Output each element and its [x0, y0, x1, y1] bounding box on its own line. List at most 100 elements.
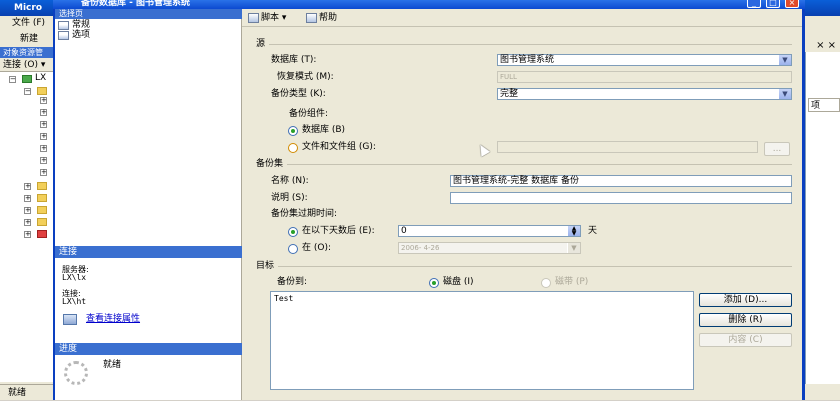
source-section-title: 源 [256, 38, 270, 50]
agent-icon [37, 230, 47, 238]
chevron-down-icon: ▼ [778, 89, 791, 99]
tree-expand-icon[interactable]: + [40, 109, 47, 116]
dialog-toolbar: 脚本 ▾ 帮助 [242, 9, 802, 27]
help-icon [306, 13, 317, 23]
object-explorer-tree[interactable]: − LX − + + + + + + + + + + + + [0, 72, 55, 382]
backup-component-label: 备份组件: [289, 109, 329, 119]
progress-status: 就绪 [103, 360, 122, 370]
section-divider [258, 266, 792, 267]
folder-icon [37, 87, 47, 95]
help-button[interactable]: 帮助 [306, 9, 337, 27]
progress-header: 进度 [55, 343, 242, 355]
page-options-label: 选项 [72, 30, 91, 40]
tree-root-label[interactable]: LX [35, 73, 46, 84]
backup-type-value: 完整 [500, 89, 519, 99]
server-value: LX\lx [62, 273, 87, 282]
tree-expand-icon[interactable]: + [40, 133, 47, 140]
database-select-value: 图书管理系统 [500, 55, 555, 65]
tree-expand-icon[interactable]: + [40, 97, 47, 104]
chevron-down-icon: ▼ [567, 243, 580, 253]
filegroup-field [497, 141, 758, 153]
name-label: 名称 (N): [271, 176, 309, 186]
tree-expand-icon[interactable]: + [40, 145, 47, 152]
list-item[interactable]: Test [274, 294, 690, 303]
tree-expand-icon[interactable]: + [40, 121, 47, 128]
description-label: 说明 (S): [271, 193, 308, 203]
disk-label: 磁盘 (I) [443, 277, 474, 287]
tree-expand-icon[interactable]: + [24, 195, 31, 202]
component-database-label: 数据库 (B) [302, 125, 346, 135]
backup-type-label: 备份类型 (K): [271, 89, 326, 99]
script-label: 脚本 ▾ [261, 13, 287, 23]
object-explorer-title: 对象资源管 [0, 47, 55, 58]
description-input[interactable] [450, 192, 792, 204]
tree-expand-icon[interactable]: + [24, 207, 31, 214]
page-general-label: 常规 [72, 20, 91, 30]
days-unit: 天 [588, 226, 598, 236]
expire-after-radio[interactable] [288, 227, 298, 237]
section-divider [258, 44, 792, 45]
expire-days-input[interactable]: 0 ▲ ▼ [398, 225, 581, 237]
browse-filegroup-button[interactable]: ... [764, 142, 790, 156]
expire-on-label: 在 (O): [302, 243, 331, 253]
add-destination-button[interactable]: 添加 (D)... [699, 293, 792, 307]
disk-radio[interactable] [429, 278, 439, 288]
folder-icon [37, 218, 47, 226]
backup-name-input[interactable]: 图书管理系统-完整 数据库 备份 [450, 175, 792, 187]
tree-expand-icon[interactable]: + [24, 231, 31, 238]
database-select[interactable]: 图书管理系统 ▼ [497, 54, 792, 66]
section-divider [258, 164, 792, 165]
help-label: 帮助 [319, 13, 338, 23]
spinner-arrows-icon[interactable]: ▲ ▼ [568, 226, 580, 237]
tree-expand-icon[interactable]: + [24, 219, 31, 226]
tree-expand-icon[interactable]: − [24, 88, 31, 95]
tree-expand-icon[interactable]: + [40, 157, 47, 164]
tree-expand-icon[interactable]: + [24, 183, 31, 190]
backup-to-label: 备份到: [277, 277, 308, 287]
script-button[interactable]: 脚本 ▾ [248, 9, 286, 27]
connection-header: 连接 [55, 246, 242, 258]
remove-destination-button[interactable]: 删除 (R) [699, 313, 792, 327]
close-icon[interactable]: × [785, 0, 799, 8]
page-icon [58, 21, 69, 30]
recovery-model-field: FULL [497, 71, 792, 83]
progress-spinner-icon [64, 361, 88, 385]
expire-days-value: 0 [401, 226, 407, 236]
minimize-icon[interactable]: _ [747, 0, 761, 8]
expire-date-select: 2006- 4-26 ▼ [398, 242, 581, 254]
expire-on-radio[interactable] [288, 244, 298, 254]
backup-type-select[interactable]: 完整 ▼ [497, 88, 792, 100]
select-page-header: 选择页 [55, 9, 242, 19]
new-query-button[interactable]: 新建 [0, 31, 55, 47]
folder-icon [37, 194, 47, 202]
object-explorer-connect[interactable]: 连接 (O) ▾ [0, 58, 55, 72]
maximize-icon[interactable]: □ [766, 0, 780, 8]
server-icon [22, 75, 32, 83]
page-icon [58, 31, 69, 40]
menu-file[interactable]: 文件 (F) [0, 16, 55, 31]
script-icon [248, 13, 259, 23]
right-pane-tab[interactable]: 项 [808, 98, 840, 112]
component-files-radio[interactable] [288, 143, 298, 153]
tree-expand-icon[interactable]: + [40, 169, 47, 176]
dialog-left-pane [55, 9, 242, 400]
page-options[interactable]: 选项 [58, 30, 90, 41]
status-bar: 就绪 [0, 384, 55, 400]
component-files-label: 文件和文件组 (G): [302, 142, 376, 152]
component-database-radio[interactable] [288, 126, 298, 136]
expire-label: 备份集过期时间: [271, 209, 338, 219]
destination-section-title: 目标 [256, 260, 279, 272]
tape-label: 磁带 (P) [555, 277, 589, 287]
destination-list[interactable]: Test [270, 291, 694, 390]
tape-radio [541, 278, 551, 288]
database-label: 数据库 (T): [271, 55, 317, 65]
tree-expand-icon[interactable]: − [9, 76, 16, 83]
connection-value: LX\ht [62, 297, 87, 306]
contents-button: 内容 (C) [699, 333, 792, 347]
dialog-title: 备份数据库 - 图书管理系统 [53, 0, 805, 9]
connection-properties-icon [63, 314, 77, 325]
expire-after-label: 在以下天数后 (E): [302, 226, 375, 236]
view-connection-properties-link[interactable]: 查看连接属性 [86, 314, 140, 325]
chevron-down-icon: ▼ [778, 55, 791, 65]
right-pane-close-icon[interactable]: × × [805, 40, 840, 52]
